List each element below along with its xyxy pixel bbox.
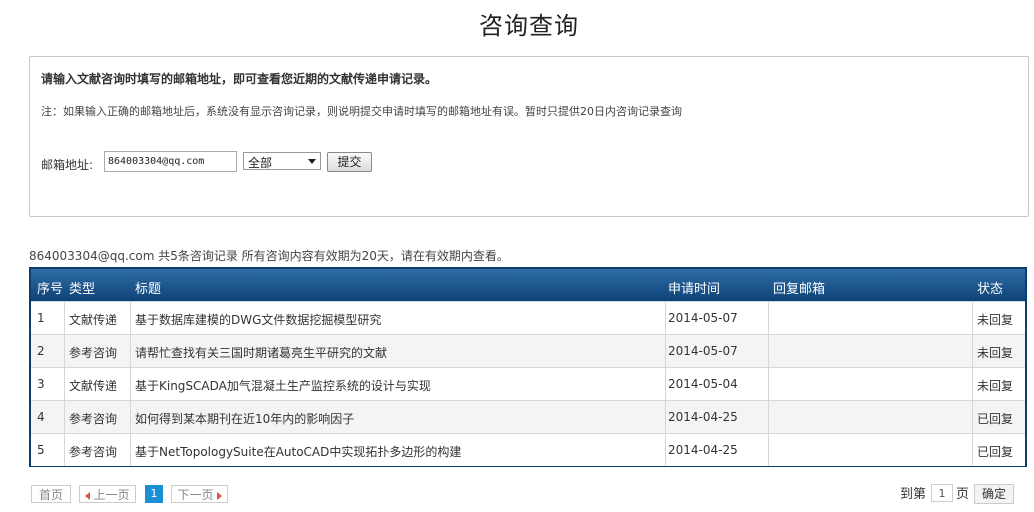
cell-date: 2014-05-07 xyxy=(668,311,738,325)
cell-status: 未回复 xyxy=(977,313,1014,327)
header-no: 序号 xyxy=(37,282,64,297)
first-page-button[interactable]: 首页 xyxy=(31,485,71,503)
cell-status: 已回复 xyxy=(977,445,1014,459)
column-divider xyxy=(64,302,65,334)
table-row: 5 参考咨询 基于NetTopologySuite在AutoCAD中实现拓扑多边形的… xyxy=(31,433,1025,466)
column-divider xyxy=(665,302,666,334)
column-divider xyxy=(972,368,973,400)
table-row: 4 参考咨询 如何得到某本期刊在近10年内的影响因子 2014-04-25 已回复 xyxy=(31,400,1025,433)
column-divider xyxy=(768,434,769,466)
prev-page-label: 上一页 xyxy=(93,488,130,502)
column-divider xyxy=(768,302,769,334)
cell-no: 4 xyxy=(37,410,45,424)
cell-type: 参考咨询 xyxy=(69,412,118,426)
cell-no: 5 xyxy=(37,443,45,457)
query-heading: 请输入文献咨询时填写的邮箱地址，即可查看您近期的文献传递申请记录。 xyxy=(41,72,438,86)
header-reply: 回复邮箱 xyxy=(773,282,826,297)
cell-status: 已回复 xyxy=(977,412,1014,426)
column-divider xyxy=(972,302,973,334)
column-divider xyxy=(768,335,769,367)
cell-status: 未回复 xyxy=(977,379,1014,393)
table-row: 2 参考咨询 请帮忙查找有关三国时期诸葛亮生平研究的文献 2014-05-07 未回复 xyxy=(31,334,1025,367)
result-summary: 864003304@qq.com 共5条咨询记录 所有咨询内容有效期为20天，请… xyxy=(29,249,509,263)
table-header: 序号 类型 标题 申请时间 回复邮箱 状态 xyxy=(31,269,1025,301)
header-type: 类型 xyxy=(69,282,96,297)
next-page-label: 下一页 xyxy=(177,488,214,502)
column-divider xyxy=(130,368,131,400)
current-page[interactable]: 1 xyxy=(145,485,163,503)
next-page-button[interactable]: 下一页 xyxy=(171,485,228,503)
column-divider xyxy=(665,335,666,367)
cell-status: 未回复 xyxy=(977,346,1014,360)
column-divider xyxy=(130,401,131,433)
cell-no: 1 xyxy=(37,311,45,325)
column-divider xyxy=(768,368,769,400)
query-panel: 请输入文献咨询时填写的邮箱地址，即可查看您近期的文献传递申请记录。 注：如果输入… xyxy=(29,56,1029,217)
submit-button[interactable]: 提交 xyxy=(327,152,372,172)
cell-title[interactable]: 请帮忙查找有关三国时期诸葛亮生平研究的文献 xyxy=(135,344,387,361)
goto-page-input[interactable]: 1 xyxy=(931,484,953,502)
cell-type: 文献传递 xyxy=(69,379,118,393)
cell-date: 2014-05-04 xyxy=(668,377,738,391)
cell-title[interactable]: 基于NetTopologySuite在AutoCAD中实现拓扑多边形的构建 xyxy=(135,443,461,460)
confirm-button[interactable]: 确定 xyxy=(974,484,1014,504)
cell-type: 参考咨询 xyxy=(69,346,118,360)
table-row: 3 文献传递 基于KingSCADA加气混凝土生产监控系统的设计与实现 2014-05… xyxy=(31,367,1025,400)
table-row: 1 文献传递 基于数据库建模的DWG文件数据挖掘模型研究 2014-05-07 未回复 xyxy=(31,301,1025,334)
results-table: 序号 类型 标题 申请时间 回复邮箱 状态 1 文献传递 基于数据库建模的DWG文件… xyxy=(29,267,1027,467)
prev-page-button[interactable]: 上一页 xyxy=(79,485,136,503)
column-divider xyxy=(972,335,973,367)
column-divider xyxy=(665,368,666,400)
cell-no: 2 xyxy=(37,344,45,358)
column-divider xyxy=(64,401,65,433)
goto-suffix: 页 xyxy=(956,487,970,502)
email-label: 邮箱地址: xyxy=(41,158,94,172)
email-input[interactable] xyxy=(104,151,237,172)
header-date: 申请时间 xyxy=(668,282,721,297)
column-divider xyxy=(64,368,65,400)
type-select[interactable]: 全部 xyxy=(243,152,321,170)
column-divider xyxy=(768,401,769,433)
column-divider xyxy=(665,401,666,433)
arrow-left-icon xyxy=(85,491,91,500)
header-status: 状态 xyxy=(977,282,1004,297)
cell-type: 参考咨询 xyxy=(69,445,118,459)
goto-prefix: 到第 xyxy=(900,487,927,502)
column-divider xyxy=(972,434,973,466)
column-divider xyxy=(64,434,65,466)
cell-title[interactable]: 基于KingSCADA加气混凝土生产监控系统的设计与实现 xyxy=(135,377,431,394)
cell-date: 2014-05-07 xyxy=(668,344,738,358)
cell-date: 2014-04-25 xyxy=(668,443,738,457)
query-note: 注：如果输入正确的邮箱地址后，系统没有显示咨询记录，则说明提交申请时填写的邮箱地… xyxy=(41,105,682,118)
cell-title[interactable]: 如何得到某本期刊在近10年内的影响因子 xyxy=(135,410,354,427)
cell-no: 3 xyxy=(37,377,45,391)
column-divider xyxy=(130,434,131,466)
column-divider xyxy=(130,302,131,334)
column-divider xyxy=(130,335,131,367)
cell-type: 文献传递 xyxy=(69,313,118,327)
type-select-value: 全部 xyxy=(248,156,273,170)
goto-page: 到第 1 页 确定 xyxy=(900,483,1024,507)
column-divider xyxy=(665,434,666,466)
arrow-right-icon xyxy=(216,491,222,500)
chevron-down-icon xyxy=(308,159,316,164)
column-divider xyxy=(972,401,973,433)
column-divider xyxy=(64,335,65,367)
header-title: 标题 xyxy=(135,282,162,297)
page-title: 咨询查询 xyxy=(479,12,579,40)
cell-title[interactable]: 基于数据库建模的DWG文件数据挖掘模型研究 xyxy=(135,311,381,328)
cell-date: 2014-04-25 xyxy=(668,410,738,424)
